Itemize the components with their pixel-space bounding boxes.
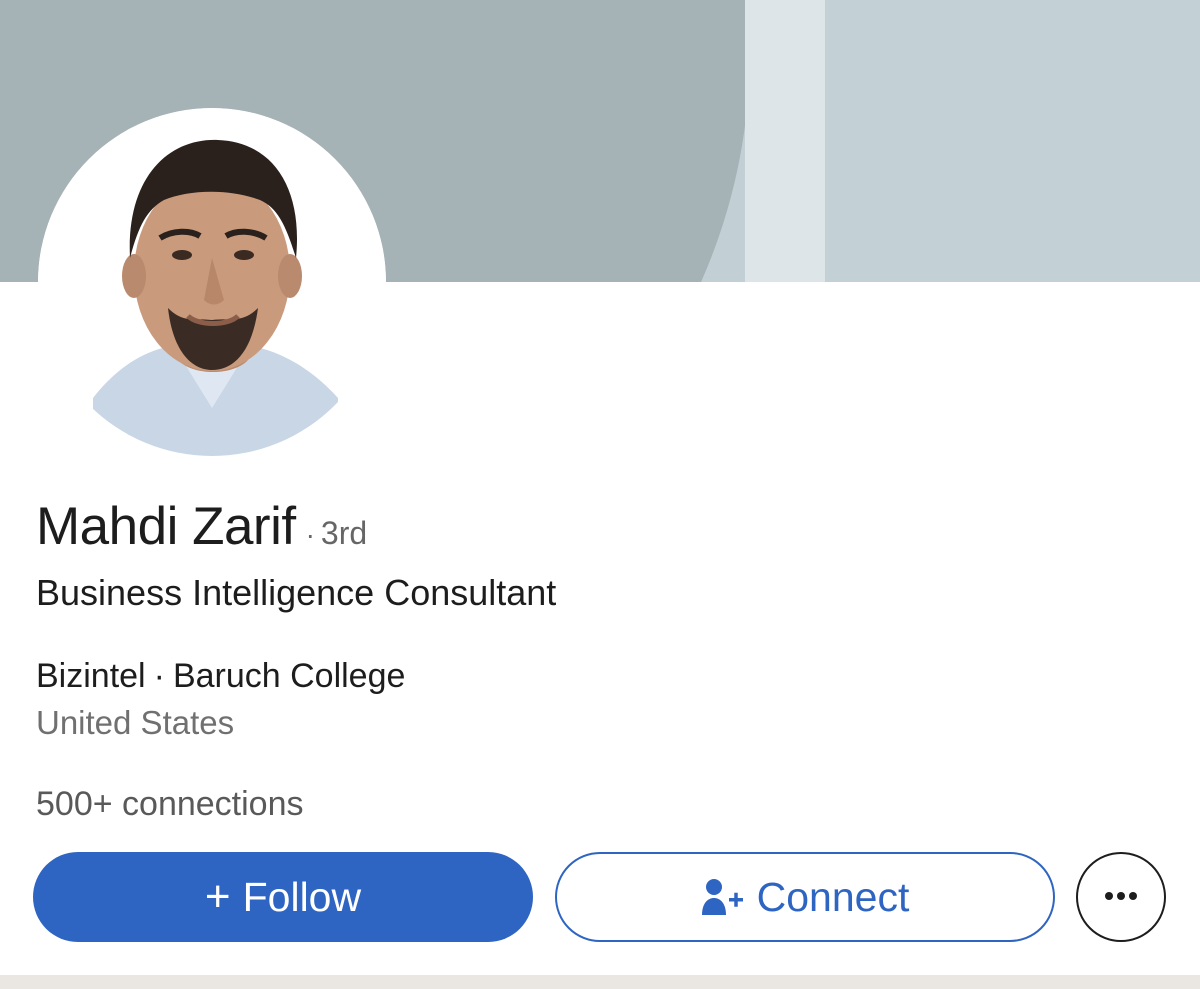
follow-button[interactable]: + Follow (33, 852, 533, 942)
connections-count[interactable]: 500+ connections (36, 785, 303, 824)
connect-button[interactable]: Connect (555, 852, 1055, 942)
more-options-button[interactable] (1076, 852, 1166, 942)
company-link[interactable]: Bizintel (36, 657, 146, 695)
profile-organizations: Bizintel · Baruch College (36, 657, 405, 696)
profile-avatar[interactable] (38, 108, 386, 456)
profile-headline: Business Intelligence Consultant (36, 572, 557, 613)
banner-band (745, 0, 825, 282)
profile-name-row: Mahdi Zarif · 3rd (36, 496, 367, 557)
plus-icon: + (204, 872, 231, 921)
degree-separator: · (305, 519, 315, 550)
avatar-photo (38, 108, 386, 456)
follow-label: Follow (242, 873, 362, 920)
add-person-icon (701, 877, 747, 917)
profile-location: United States (36, 704, 235, 741)
section-divider (0, 975, 1200, 989)
school-link[interactable]: Baruch College (173, 657, 405, 695)
connection-degree: 3rd (320, 515, 368, 551)
connect-label: Connect (756, 873, 910, 920)
ellipsis-icon (1104, 888, 1138, 906)
org-separator: · (153, 657, 165, 695)
banner-panel (826, 0, 1200, 282)
profile-name: Mahdi Zarif (36, 497, 296, 556)
